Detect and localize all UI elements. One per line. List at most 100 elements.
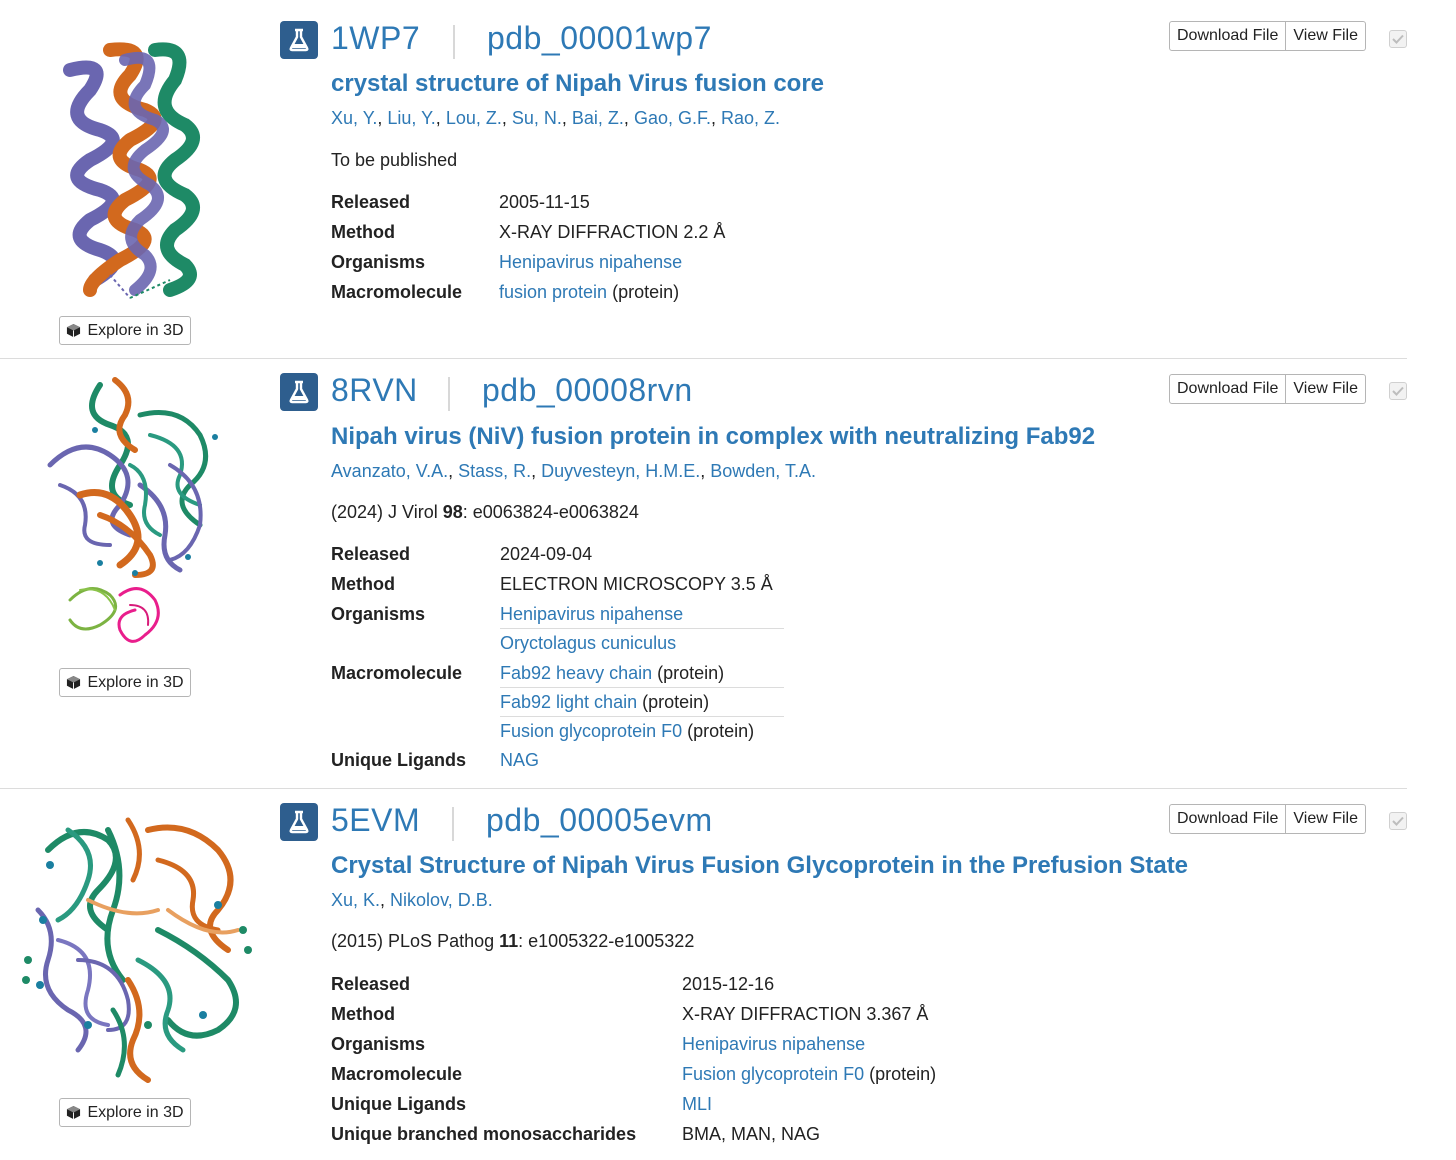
explore-3d-button-1wp7[interactable]: Explore in 3D — [59, 316, 191, 345]
ligands-label: Unique Ligands — [331, 1094, 466, 1114]
view-file-button[interactable]: View File — [1286, 374, 1367, 404]
method-value: X-RAY DIFFRACTION 3.367 Å — [682, 1004, 929, 1024]
author-link[interactable]: Bai, Z. — [572, 108, 624, 128]
structure-thumbnail-5evm[interactable] — [18, 810, 258, 1095]
entry-title-link[interactable]: Crystal Structure of Nipah Virus Fusion … — [331, 852, 1188, 880]
author-link[interactable]: Rao, Z. — [721, 108, 780, 128]
author-link[interactable]: Nikolov, D.B. — [390, 890, 493, 910]
method-value: X-RAY DIFFRACTION 2.2 Å — [499, 222, 726, 242]
select-checkbox[interactable] — [1389, 382, 1407, 400]
author-link[interactable]: Liu, Y. — [387, 108, 435, 128]
explore-3d-label: Explore in 3D — [87, 321, 184, 339]
ligand-link[interactable]: NAG — [500, 750, 539, 770]
flask-icon — [280, 803, 318, 841]
view-file-button[interactable]: View File — [1286, 804, 1367, 834]
organisms-label: Organisms — [331, 604, 426, 624]
extended-id-link[interactable]: pdb_00008rvn — [482, 372, 693, 409]
method-label: Method — [331, 574, 395, 594]
citation-volume: 98 — [442, 502, 463, 522]
organisms-label: Organisms — [331, 252, 426, 272]
organisms-label: Organisms — [331, 1034, 426, 1054]
macromolecule-label: Macromolecule — [331, 1064, 463, 1084]
file-button-group: Download File View File — [1169, 374, 1367, 404]
select-checkbox[interactable] — [1389, 812, 1407, 830]
download-file-button[interactable]: Download File — [1169, 21, 1287, 51]
explore-3d-label: Explore in 3D — [87, 673, 184, 691]
cube-icon — [66, 675, 81, 690]
row-divider — [500, 628, 784, 629]
file-button-group: Download File View File — [1169, 804, 1367, 834]
branched-label: Unique branched monosaccharides — [331, 1124, 637, 1144]
released-label: Released — [331, 192, 411, 212]
row-divider — [500, 716, 784, 717]
download-file-button[interactable]: Download File — [1169, 374, 1287, 404]
id-separator — [448, 377, 450, 411]
macromolecule-type: (protein) — [687, 721, 755, 741]
macromolecule-link[interactable]: Fab92 light chain — [500, 692, 637, 712]
author-link[interactable]: Xu, Y. — [331, 108, 377, 128]
view-file-button[interactable]: View File — [1286, 21, 1367, 51]
macromolecule-type: (protein) — [869, 1064, 937, 1084]
organism-item: Henipavirus nipahense — [682, 1034, 865, 1055]
macromolecule-link[interactable]: Fusion glycoprotein F0 — [682, 1064, 864, 1084]
author-list: Xu, K., Nikolov, D.B. — [331, 890, 493, 910]
citation-pages: : e0063824-e0063824 — [462, 502, 639, 522]
organism-link[interactable]: Henipavirus nipahense — [682, 1034, 865, 1054]
author-link[interactable]: Gao, G.F. — [634, 108, 711, 128]
entry-id-link[interactable]: 5EVM — [331, 802, 420, 839]
structure-thumbnail-8rvn[interactable] — [40, 375, 225, 660]
entry-title-link[interactable]: crystal structure of Nipah Virus fusion … — [331, 70, 824, 98]
author-link[interactable]: Bowden, T.A. — [710, 461, 816, 481]
id-separator — [453, 25, 455, 59]
flask-icon — [280, 21, 318, 59]
organism-item: Henipavirus nipahense — [500, 604, 683, 625]
explore-3d-button-8rvn[interactable]: Explore in 3D — [59, 668, 191, 697]
citation-volume: 11 — [499, 931, 519, 951]
cube-icon — [66, 323, 81, 338]
author-link[interactable]: Su, N. — [512, 108, 562, 128]
entry-id-link[interactable]: 8RVN — [331, 372, 418, 409]
entry-title-link[interactable]: Nipah virus (NiV) fusion protein in comp… — [331, 423, 1095, 451]
flask-icon — [280, 373, 318, 411]
extended-id-link[interactable]: pdb_00001wp7 — [487, 20, 712, 57]
cube-icon — [66, 1105, 81, 1120]
row-divider — [500, 687, 784, 688]
macromolecule-link[interactable]: Fab92 heavy chain — [500, 663, 652, 683]
structure-thumbnail-1wp7[interactable] — [50, 40, 210, 310]
macromolecule-item: Fab92 light chain (protein) — [500, 692, 709, 713]
macromolecule-label: Macromolecule — [331, 663, 463, 683]
released-value: 2015-12-16 — [682, 974, 775, 994]
organism-item: Oryctolagus cuniculus — [500, 633, 676, 654]
method-label: Method — [331, 1004, 395, 1024]
macromolecule-link[interactable]: fusion protein — [499, 282, 607, 302]
organism-link[interactable]: Oryctolagus cuniculus — [500, 633, 676, 653]
download-file-button[interactable]: Download File — [1169, 804, 1287, 834]
method-label: Method — [331, 222, 395, 242]
author-link[interactable]: Avanzato, V.A. — [331, 461, 448, 481]
explore-3d-label: Explore in 3D — [87, 1103, 184, 1121]
organism-link[interactable]: Henipavirus nipahense — [499, 252, 682, 272]
entry-divider — [0, 788, 1407, 789]
organism-link[interactable]: Henipavirus nipahense — [500, 604, 683, 624]
author-link[interactable]: Duyvesteyn, H.M.E. — [541, 461, 700, 481]
citation: To be published — [331, 150, 458, 170]
macromolecule-item: fusion protein (protein) — [499, 282, 679, 303]
method-value: ELECTRON MICROSCOPY 3.5 Å — [500, 574, 773, 594]
extended-id-link[interactable]: pdb_00005evm — [486, 802, 713, 839]
author-list: Xu, Y., Liu, Y., Lou, Z., Su, N., Bai, Z… — [331, 108, 781, 128]
author-link[interactable]: Lou, Z. — [446, 108, 502, 128]
released-value: 2024-09-04 — [500, 544, 593, 564]
author-link[interactable]: Xu, K. — [331, 890, 380, 910]
select-checkbox[interactable] — [1389, 30, 1407, 48]
ligand-link[interactable]: MLI — [682, 1094, 712, 1114]
citation: (2024) J Virol 98: e0063824-e0063824 — [331, 502, 639, 523]
explore-3d-button-5evm[interactable]: Explore in 3D — [59, 1098, 191, 1127]
ligand-item: MLI — [682, 1094, 712, 1115]
citation-journal: (2024) J Virol — [331, 502, 443, 522]
author-list: Avanzato, V.A., Stass, R., Duyvesteyn, H… — [331, 461, 816, 481]
entry-id-link[interactable]: 1WP7 — [331, 20, 420, 57]
author-link[interactable]: Stass, R. — [458, 461, 531, 481]
macromolecule-link[interactable]: Fusion glycoprotein F0 — [500, 721, 682, 741]
macromolecule-item: Fusion glycoprotein F0 (protein) — [682, 1064, 936, 1085]
macromolecule-item: Fab92 heavy chain (protein) — [500, 663, 724, 684]
